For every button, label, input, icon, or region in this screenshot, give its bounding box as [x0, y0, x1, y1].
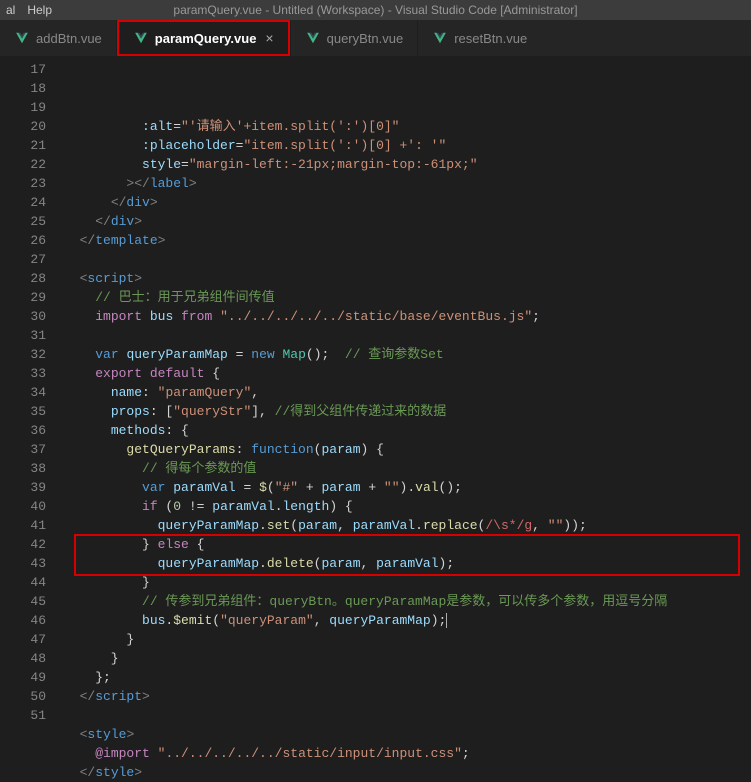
code-line: import bus from "../../../../../static/b…: [64, 307, 751, 326]
line-number: 43: [0, 554, 46, 573]
line-number: 49: [0, 668, 46, 687]
line-number: 36: [0, 421, 46, 440]
code-line: // 传参到兄弟组件：queryBtn。queryParamMap是参数，可以传…: [64, 592, 751, 611]
tab-label: resetBtn.vue: [454, 31, 527, 46]
code-line: queryParamMap.set(param, paramVal.replac…: [64, 516, 751, 535]
code-line: methods: {: [64, 421, 751, 440]
line-number: 51: [0, 706, 46, 725]
menu-bar: al Help paramQuery.vue - Untitled (Works…: [0, 0, 751, 20]
code-line: props: ["queryStr"], //得到父组件传递过来的数据: [64, 402, 751, 421]
line-number: 24: [0, 193, 46, 212]
line-number: 34: [0, 383, 46, 402]
line-number-gutter: 1718192021222324252627282930313233343536…: [0, 56, 58, 728]
code-line: </template>: [64, 231, 751, 250]
tab-label: queryBtn.vue: [327, 31, 404, 46]
line-number: 30: [0, 307, 46, 326]
code-line: }: [64, 649, 751, 668]
menu-item-help[interactable]: Help: [27, 3, 52, 17]
line-number: 18: [0, 79, 46, 98]
line-number: 47: [0, 630, 46, 649]
tab-label: paramQuery.vue: [155, 31, 257, 46]
code-line: </div>: [64, 212, 751, 231]
code-line: // 巴士：用于兄弟组件间传值: [64, 288, 751, 307]
code-line: getQueryParams: function(param) {: [64, 440, 751, 459]
code-line: export default {: [64, 364, 751, 383]
vue-file-icon: [14, 30, 30, 46]
line-number: 25: [0, 212, 46, 231]
code-line: [64, 326, 751, 345]
code-line: };: [64, 668, 751, 687]
code-line: name: "paramQuery",: [64, 383, 751, 402]
vue-file-icon: [305, 30, 321, 46]
vue-file-icon: [133, 30, 149, 46]
code-line: if (0 != paramVal.length) {: [64, 497, 751, 516]
tab-label: addBtn.vue: [36, 31, 102, 46]
line-number: 44: [0, 573, 46, 592]
line-number: 21: [0, 136, 46, 155]
line-number: 45: [0, 592, 46, 611]
line-number: 29: [0, 288, 46, 307]
tab-querybtn[interactable]: queryBtn.vue: [291, 20, 418, 56]
code-line: var queryParamMap = new Map(); // 查询参数Se…: [64, 345, 751, 364]
line-number: 48: [0, 649, 46, 668]
line-number: 20: [0, 117, 46, 136]
highlight-box: [74, 534, 740, 576]
vue-file-icon: [432, 30, 448, 46]
line-number: 33: [0, 364, 46, 383]
menu-item-al[interactable]: al: [6, 3, 15, 17]
tab-paramquery[interactable]: paramQuery.vue ×: [117, 20, 290, 56]
close-icon[interactable]: ×: [265, 30, 273, 46]
line-number: 40: [0, 497, 46, 516]
line-number: 22: [0, 155, 46, 174]
line-number: 26: [0, 231, 46, 250]
code-line: [64, 250, 751, 269]
code-area[interactable]: :alt="'请输入'+item.split(':')[0]" :placeho…: [58, 56, 751, 728]
code-line: // 得每个参数的值: [64, 459, 751, 478]
code-line: bus.$emit("queryParam", queryParamMap);: [64, 611, 751, 630]
line-number: 46: [0, 611, 46, 630]
code-line: <script>: [64, 269, 751, 288]
code-line: @import "../../../../../static/input/inp…: [64, 744, 751, 763]
tab-resetbtn[interactable]: resetBtn.vue: [418, 20, 541, 56]
editor[interactable]: 1718192021222324252627282930313233343536…: [0, 56, 751, 728]
line-number: 35: [0, 402, 46, 421]
line-number: 42: [0, 535, 46, 554]
code-line: </style>: [64, 763, 751, 782]
line-number: 17: [0, 60, 46, 79]
code-line: :alt="'请输入'+item.split(':')[0]": [64, 117, 751, 136]
code-line: ></label>: [64, 174, 751, 193]
line-number: 50: [0, 687, 46, 706]
text-cursor: [446, 613, 447, 628]
code-line: }: [64, 630, 751, 649]
line-number: 23: [0, 174, 46, 193]
line-number: 31: [0, 326, 46, 345]
window-title: paramQuery.vue - Untitled (Workspace) - …: [173, 3, 577, 17]
code-line: :placeholder="item.split(':')[0] +': '": [64, 136, 751, 155]
tab-bar: addBtn.vue paramQuery.vue × queryBtn.vue…: [0, 20, 751, 56]
line-number: 41: [0, 516, 46, 535]
code-line: var paramVal = $("#" + param + "").val()…: [64, 478, 751, 497]
code-line: </div>: [64, 193, 751, 212]
line-number: 27: [0, 250, 46, 269]
code-line: [64, 706, 751, 725]
code-line: style="margin-left:-21px;margin-top:-61p…: [64, 155, 751, 174]
line-number: 39: [0, 478, 46, 497]
line-number: 37: [0, 440, 46, 459]
code-line: </script>: [64, 687, 751, 706]
tab-addbtn[interactable]: addBtn.vue: [0, 20, 116, 56]
line-number: 28: [0, 269, 46, 288]
line-number: 19: [0, 98, 46, 117]
line-number: 38: [0, 459, 46, 478]
line-number: 32: [0, 345, 46, 364]
